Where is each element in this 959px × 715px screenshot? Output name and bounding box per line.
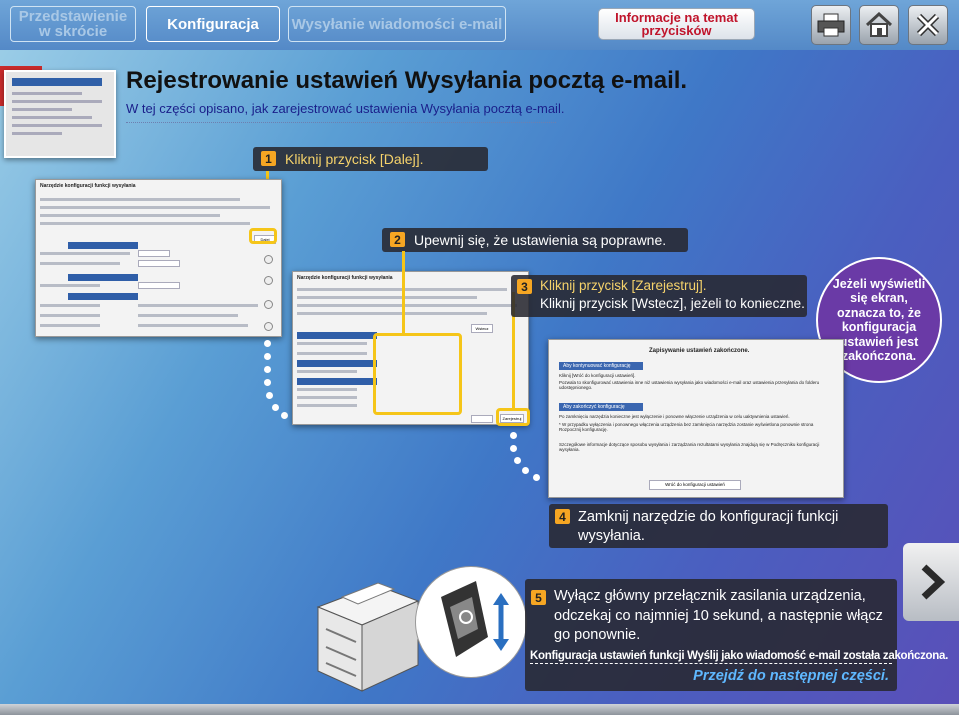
button-info-button[interactable]: Informacje na temat przycisków (598, 8, 755, 40)
print-button[interactable] (811, 5, 851, 45)
screenshot-text: Kliknij [Wróć do konfiguracji ustawień]. (559, 373, 636, 378)
next-section-link[interactable]: Przejdź do następnej części. (693, 668, 889, 684)
step-text: Kliknij przycisk [Zarejestruj]. (540, 278, 707, 293)
screenshot-save-complete: Zapisywanie ustawień zakończone. Aby kon… (548, 339, 844, 498)
home-button[interactable] (859, 5, 899, 45)
step-3-callout: 3 Kliknij przycisk [Zarejestruj]. Klikni… (511, 275, 807, 317)
step-text: Kliknij przycisk [Dalej]. (285, 151, 424, 167)
screenshot-title: Narzędzie konfiguracji funkcji wysyłania (40, 183, 136, 189)
tab-configuration[interactable]: Konfiguracja (146, 6, 280, 42)
printer-illustration (306, 567, 426, 695)
page-title: Rejestrowanie ustawień Wysyłania pocztą … (126, 67, 688, 94)
back-button-bottom[interactable] (471, 415, 493, 423)
step-text: Wyłącz główny przełącznik zasilania urzą… (554, 588, 883, 643)
step-text-secondary: Kliknij przycisk [Wstecz], jeżeli to kon… (540, 296, 805, 311)
divider (126, 122, 556, 123)
screenshot-text: Po zamknięciu narzędzia konieczne jest w… (559, 414, 790, 419)
connector-line (402, 251, 405, 333)
power-switch-illustration (415, 566, 527, 678)
next-page-button[interactable] (903, 543, 959, 621)
tab-overview[interactable]: Przedstawienie w skrócie (10, 6, 136, 42)
highlight-settings (373, 333, 462, 415)
page-subtitle: W tej części opisano, jak zarejestrować … (126, 101, 565, 116)
highlight-register-button (496, 408, 530, 426)
highlight-next-button (249, 228, 277, 244)
home-icon (865, 12, 893, 37)
completion-text: Konfiguracja ustawień funkcji Wyślij jak… (530, 650, 948, 664)
step-text: Upewnij się, że ustawienia są poprawne. (414, 232, 667, 248)
step-number: 1 (261, 151, 276, 166)
step-number: 5 (531, 590, 546, 605)
close-button[interactable] (908, 5, 948, 45)
screenshot-text: Szczegółowe informacje dotyczące sposobu… (559, 442, 820, 452)
section-heading: Aby zakończyć konfigurację (559, 403, 643, 411)
step-1-callout: 1 Kliknij przycisk [Dalej]. (253, 147, 488, 171)
screenshot-title: Zapisywanie ustawień zakończone. (649, 348, 750, 354)
print-icon (817, 13, 845, 37)
step-number: 3 (517, 279, 532, 294)
screenshot-text: Pozwala to skonfigurować ustawienia inne… (559, 380, 820, 390)
close-icon (916, 13, 940, 37)
section-heading: Aby kontynuować konfigurację (559, 362, 643, 370)
step-number: 2 (390, 232, 405, 247)
step-2-callout: 2 Upewnij się, że ustawienia są poprawne… (382, 228, 688, 252)
screenshot-title: Narzędzie konfiguracji funkcji wysyłania (297, 275, 393, 281)
step-text: Zamknij narzędzie do konfiguracji funkcj… (578, 509, 839, 544)
step-number: 4 (555, 509, 570, 524)
tab-email-sending[interactable]: Wysyłanie wiadomości e-mail (288, 6, 506, 42)
bottom-bar (0, 704, 959, 715)
back-button[interactable]: Wstecz (471, 324, 493, 333)
step-5-callout: 5 Wyłącz główny przełącznik zasilania ur… (525, 579, 948, 691)
screenshot-config-tool: Narzędzie konfiguracji funkcji wysyłania… (35, 179, 282, 337)
screenshot-text: * W przypadku wyłączenia i ponownego włą… (559, 422, 814, 432)
section-thumbnail (4, 70, 116, 158)
step-4-callout: 4 Zamknij narzędzie do konfiguracji funk… (549, 504, 888, 548)
chevron-right-icon (921, 564, 946, 600)
return-to-settings-button[interactable]: Wróć do konfiguracji ustawień (649, 480, 741, 490)
